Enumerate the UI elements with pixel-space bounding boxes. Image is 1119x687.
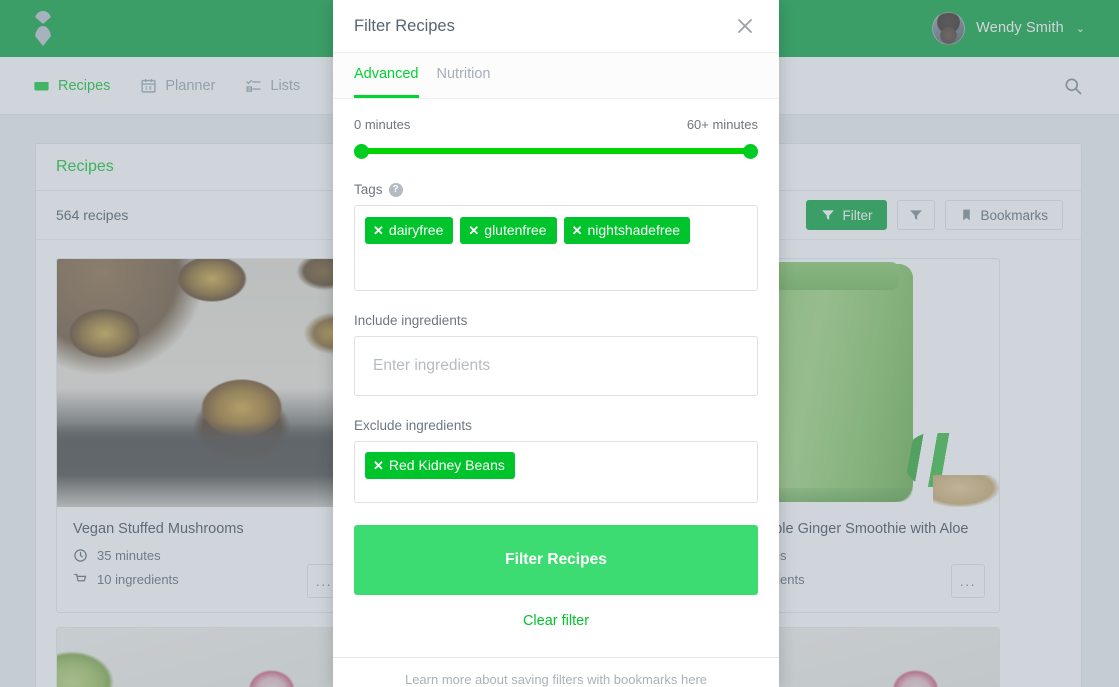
time-slider-labels: 0 minutes 60+ minutes	[354, 117, 758, 132]
modal-title: Filter Recipes	[354, 16, 455, 35]
filter-recipes-submit-button[interactable]: Filter Recipes	[354, 525, 758, 595]
include-ingredients-box[interactable]	[354, 336, 758, 396]
include-ingredients-input[interactable]	[373, 357, 739, 375]
tags-label: Tags	[354, 182, 383, 197]
tag-label: nightshadefree	[587, 222, 681, 238]
time-slider-min-label: 0 minutes	[354, 117, 411, 132]
tag-chip[interactable]: ✕ dairyfree	[365, 217, 454, 244]
tab-advanced[interactable]: Advanced	[354, 53, 419, 98]
include-ingredients-label: Include ingredients	[354, 313, 468, 328]
exclude-tag-label: Red Kidney Beans	[388, 457, 505, 473]
slider-knob-min[interactable]	[354, 144, 369, 159]
tag-remove-icon[interactable]: ✕	[373, 224, 384, 237]
exclude-tags-list: ✕ Red Kidney Beans	[365, 452, 747, 479]
app-root: Wendy Smith ⌄ Recipes Planner Lists Reci…	[0, 0, 1119, 687]
tags-input-box[interactable]: ✕ dairyfree ✕ glutenfree ✕ nightshadefre…	[354, 205, 758, 291]
tab-nutrition[interactable]: Nutrition	[437, 53, 491, 98]
modal-header: Filter Recipes	[333, 0, 779, 52]
clear-filter-link[interactable]: Clear filter	[354, 613, 758, 649]
time-range-slider[interactable]	[354, 143, 758, 159]
tag-label: glutenfree	[484, 222, 547, 238]
modal-body: 0 minutes 60+ minutes Tags ? ✕ dairyfree	[333, 99, 779, 657]
exclude-ingredients-label: Exclude ingredients	[354, 418, 472, 433]
tag-chip[interactable]: ✕ nightshadefree	[563, 217, 691, 244]
modal-footer: Learn more about saving filters with boo…	[333, 657, 779, 687]
exclude-ingredients-box[interactable]: ✕ Red Kidney Beans	[354, 441, 758, 503]
slider-knob-max[interactable]	[743, 144, 758, 159]
filter-recipes-modal: Filter Recipes Advanced Nutrition 0 minu…	[333, 0, 779, 687]
tab-advanced-label: Advanced	[354, 66, 419, 82]
close-icon[interactable]	[733, 14, 757, 38]
tag-chip[interactable]: ✕ glutenfree	[460, 217, 557, 244]
tag-remove-icon[interactable]: ✕	[572, 224, 583, 237]
modal-footer-text[interactable]: Learn more about saving filters with boo…	[405, 672, 707, 687]
tab-nutrition-label: Nutrition	[436, 66, 491, 82]
exclude-tag-chip[interactable]: ✕ Red Kidney Beans	[365, 452, 515, 479]
slider-track	[354, 148, 758, 154]
tags-label-row: Tags ?	[354, 182, 758, 197]
help-circle-icon[interactable]: ?	[388, 182, 403, 197]
modal-tabs: Advanced Nutrition	[333, 52, 779, 99]
tag-remove-icon[interactable]: ✕	[468, 224, 479, 237]
tag-label: dairyfree	[388, 222, 444, 238]
time-slider-max-label: 60+ minutes	[686, 117, 758, 132]
tag-remove-icon[interactable]: ✕	[373, 459, 384, 472]
tags-list: ✕ dairyfree ✕ glutenfree ✕ nightshadefre…	[365, 217, 747, 244]
